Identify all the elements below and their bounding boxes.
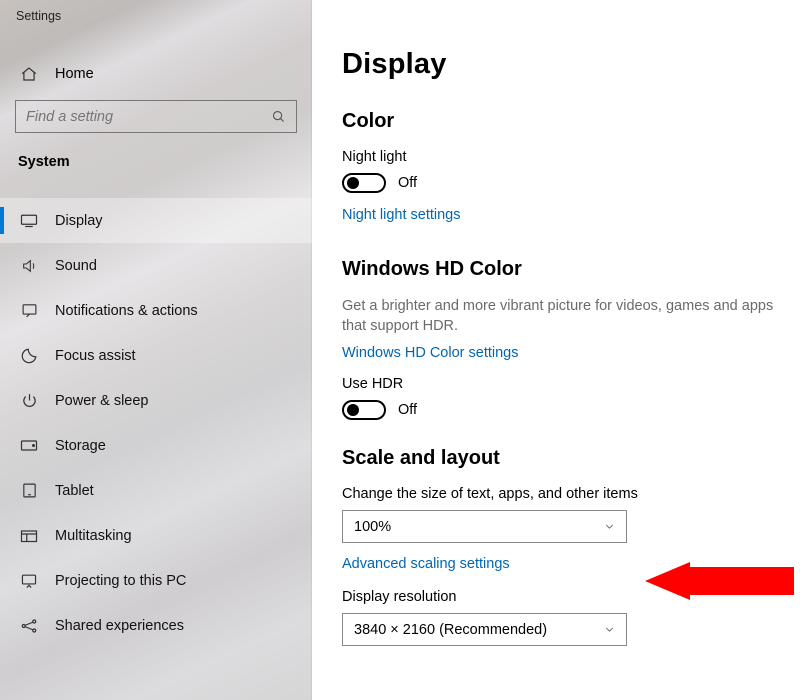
advanced-scaling-link[interactable]: Advanced scaling settings xyxy=(342,556,510,572)
sidebar-item-label: Display xyxy=(55,213,103,229)
search-field[interactable] xyxy=(26,109,271,125)
chevron-down-icon xyxy=(603,623,616,636)
main-panel: Display Color Night light Off Night ligh… xyxy=(312,0,800,700)
section-heading-scale: Scale and layout xyxy=(342,447,800,470)
sidebar-item-display[interactable]: Display xyxy=(0,198,312,243)
sidebar-item-storage[interactable]: Storage xyxy=(0,423,312,468)
sidebar-item-shared[interactable]: Shared experiences xyxy=(0,603,312,648)
sidebar-item-label: Projecting to this PC xyxy=(55,573,186,589)
sidebar-item-label: Sound xyxy=(55,258,97,274)
change-size-label: Change the size of text, apps, and other… xyxy=(342,486,800,502)
sidebar-item-label: Tablet xyxy=(55,483,94,499)
resolution-label: Display resolution xyxy=(342,589,800,605)
sidebar-item-label: Power & sleep xyxy=(55,393,149,409)
focus-icon xyxy=(20,347,38,365)
sidebar-item-label: Notifications & actions xyxy=(55,303,198,319)
multitasking-icon xyxy=(20,528,38,543)
chevron-down-icon xyxy=(603,520,616,533)
resolution-value: 3840 × 2160 (Recommended) xyxy=(354,622,547,638)
sound-icon xyxy=(20,258,38,274)
scale-dropdown[interactable]: 100% xyxy=(342,510,627,543)
sidebar-item-power[interactable]: Power & sleep xyxy=(0,378,312,423)
section-heading-hdr: Windows HD Color xyxy=(342,258,800,281)
night-light-state: Off xyxy=(398,175,417,191)
storage-icon xyxy=(20,439,38,452)
search-container xyxy=(0,100,312,133)
night-light-toggle[interactable] xyxy=(342,173,386,193)
hdr-description: Get a brighter and more vibrant picture … xyxy=(342,297,800,336)
sidebar-item-sound[interactable]: Sound xyxy=(0,243,312,288)
search-icon xyxy=(271,109,286,124)
sidebar: Settings Home System Display Sound xyxy=(0,0,312,700)
window-title: Settings xyxy=(0,0,312,23)
sidebar-item-projecting[interactable]: Projecting to this PC xyxy=(0,558,312,603)
sidebar-item-label: Multitasking xyxy=(55,528,132,544)
section-heading-color: Color xyxy=(342,110,800,133)
night-light-label: Night light xyxy=(342,149,800,165)
scale-value: 100% xyxy=(354,519,391,535)
use-hdr-label: Use HDR xyxy=(342,376,800,392)
sidebar-item-label: Storage xyxy=(55,438,106,454)
resolution-dropdown[interactable]: 3840 × 2160 (Recommended) xyxy=(342,613,627,646)
sidebar-home[interactable]: Home xyxy=(0,65,312,83)
display-icon xyxy=(20,213,38,228)
hdr-settings-link[interactable]: Windows HD Color settings xyxy=(342,345,518,361)
sidebar-section-label: System xyxy=(0,133,312,170)
sidebar-item-label: Shared experiences xyxy=(55,618,184,634)
sidebar-item-notifications[interactable]: Notifications & actions xyxy=(0,288,312,333)
use-hdr-toggle[interactable] xyxy=(342,400,386,420)
sidebar-item-multitasking[interactable]: Multitasking xyxy=(0,513,312,558)
projecting-icon xyxy=(20,573,38,589)
page-title: Display xyxy=(342,48,800,81)
sidebar-item-label: Focus assist xyxy=(55,348,136,364)
tablet-icon xyxy=(20,482,38,499)
sidebar-nav: Display Sound Notifications & actions Fo… xyxy=(0,198,312,648)
night-light-settings-link[interactable]: Night light settings xyxy=(342,207,460,223)
use-hdr-state: Off xyxy=(398,402,417,418)
sidebar-item-tablet[interactable]: Tablet xyxy=(0,468,312,513)
notifications-icon xyxy=(20,302,38,319)
sidebar-item-focus[interactable]: Focus assist xyxy=(0,333,312,378)
sidebar-home-label: Home xyxy=(55,66,94,82)
home-icon xyxy=(20,65,38,83)
power-icon xyxy=(20,392,38,409)
shared-icon xyxy=(20,617,38,635)
search-input[interactable] xyxy=(15,100,297,133)
